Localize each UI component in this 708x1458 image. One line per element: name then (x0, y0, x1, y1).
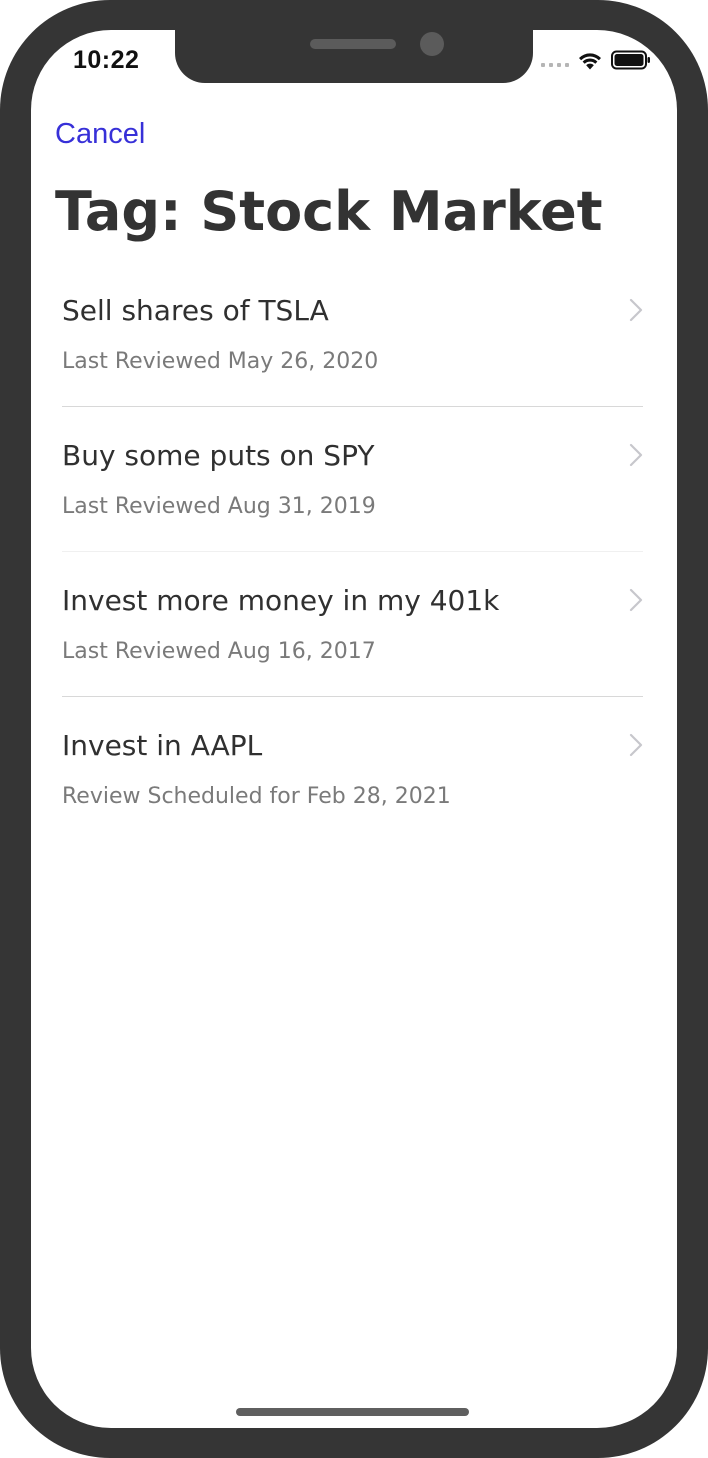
front-camera (420, 32, 444, 56)
page-title: Tag: Stock Market (55, 180, 603, 243)
chevron-right-icon (629, 298, 643, 322)
notch (175, 30, 533, 83)
cancel-button[interactable]: Cancel (55, 118, 145, 151)
wifi-icon (579, 52, 601, 69)
chevron-right-icon (629, 588, 643, 612)
speaker-grille (310, 39, 396, 49)
device-frame: 10:22 Cancel Tag: Stock Market Sell shar… (0, 0, 708, 1458)
list-item[interactable]: Sell shares of TSLA Last Reviewed May 26… (62, 262, 643, 407)
item-title: Invest in AAPL (62, 729, 263, 762)
item-title: Buy some puts on SPY (62, 439, 375, 472)
list-item[interactable]: Invest more money in my 401k Last Review… (62, 552, 643, 697)
status-time: 10:22 (73, 46, 140, 74)
list-item[interactable]: Invest in AAPL Review Scheduled for Feb … (62, 697, 643, 842)
cellular-signal-icon (541, 63, 569, 67)
chevron-right-icon (629, 443, 643, 467)
item-review-date: Last Reviewed Aug 31, 2019 (62, 494, 376, 519)
status-icons (541, 50, 651, 70)
chevron-right-icon (629, 733, 643, 757)
item-title: Invest more money in my 401k (62, 584, 500, 617)
list-item[interactable]: Buy some puts on SPY Last Reviewed Aug 3… (62, 407, 643, 552)
home-indicator[interactable] (236, 1408, 469, 1416)
item-title: Sell shares of TSLA (62, 294, 329, 327)
battery-icon (611, 50, 650, 70)
tag-item-list: Sell shares of TSLA Last Reviewed May 26… (62, 262, 643, 842)
screen: 10:22 Cancel Tag: Stock Market Sell shar… (31, 30, 677, 1428)
item-review-date: Last Reviewed May 26, 2020 (62, 349, 379, 374)
item-review-date: Last Reviewed Aug 16, 2017 (62, 639, 376, 664)
item-review-date: Review Scheduled for Feb 28, 2021 (62, 784, 451, 809)
